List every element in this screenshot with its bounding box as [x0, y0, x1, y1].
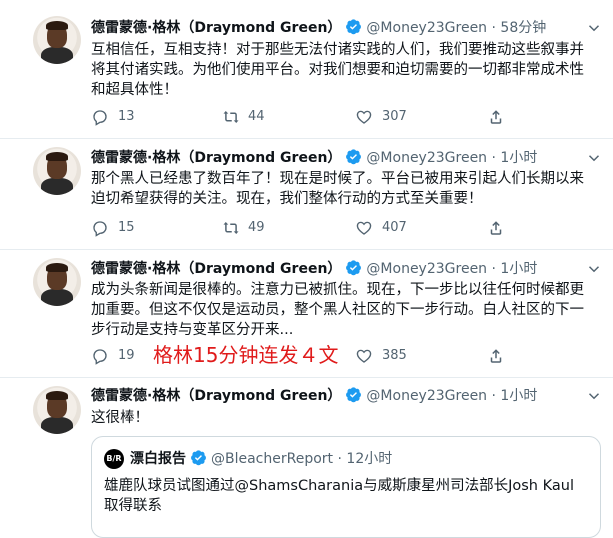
like-count: 407	[382, 220, 407, 235]
heart-icon	[356, 349, 372, 363]
separator-dot: ·	[333, 451, 347, 467]
tweet-time[interactable]: 1小时	[500, 388, 537, 404]
separator-dot: ·	[487, 150, 501, 166]
avatar[interactable]	[33, 147, 81, 195]
reply-icon	[93, 110, 107, 126]
heart-icon	[356, 110, 372, 124]
author-name[interactable]: 德雷蒙德·格林（Draymond Green）	[91, 150, 341, 166]
chevron-down-icon[interactable]	[585, 149, 603, 167]
overlay-caption: 格林15分钟连发４文	[153, 343, 339, 367]
verified-badge-icon	[346, 387, 362, 403]
quoted-time: 12小时	[346, 451, 393, 467]
author-handle[interactable]: @Money23Green	[366, 261, 487, 277]
tweet-header: 德雷蒙德·格林（Draymond Green） @Money23Green · 1…	[91, 148, 537, 168]
tweet-header: 德雷蒙德·格林（Draymond Green） @Money23Green · 1…	[91, 386, 537, 406]
tweet[interactable]: 德雷蒙德·格林（Draymond Green） @Money23Green · 5…	[0, 0, 613, 138]
avatar[interactable]	[33, 258, 81, 306]
chevron-down-icon[interactable]	[585, 260, 603, 278]
reply-icon	[93, 349, 107, 365]
verified-badge-icon	[346, 149, 362, 165]
tweet-text: 互相信任，互相支持！对于那些无法付诸实践的人们，我们要推动这些叙事并将其付诸实践…	[91, 42, 584, 98]
like-count: 385	[382, 348, 407, 363]
retweet-icon	[223, 111, 239, 123]
quoted-tweet[interactable]: B/R 漂白报告 @BleacherReport · 12小时 雄鹿队球员试图通过…	[91, 436, 601, 538]
tweet-text: 成为头条新闻是很棒的。注意力已被抓住。现在，下一步比以往任何时候都更加重要。但这…	[91, 282, 584, 338]
retweet-count: 44	[248, 109, 265, 124]
retweet-count: 49	[248, 220, 265, 235]
share-icon	[490, 110, 502, 124]
tweet-header: 德雷蒙德·格林（Draymond Green） @Money23Green · 1…	[91, 259, 537, 279]
quoted-header: 漂白报告 @BleacherReport · 12小时	[130, 448, 392, 470]
tweet[interactable]: 德雷蒙德·格林（Draymond Green） @Money23Green · 1…	[0, 139, 613, 249]
verified-badge-icon	[346, 260, 362, 276]
quoted-author-handle: @BleacherReport	[211, 451, 334, 467]
heart-icon	[356, 221, 372, 235]
verified-badge-icon	[191, 450, 206, 466]
reply-count: 19	[118, 348, 135, 363]
like-count: 307	[382, 109, 407, 124]
quoted-avatar: B/R	[104, 449, 124, 469]
avatar[interactable]	[33, 16, 81, 64]
share-icon	[490, 349, 502, 363]
share-icon	[490, 221, 502, 235]
reply-count: 15	[118, 220, 135, 235]
chevron-down-icon[interactable]	[585, 19, 603, 37]
tweet-text: 那个黑人已经患了数百年了！现在是时候了。平台已被用来引起人们长期以来迫切希望获得…	[91, 171, 584, 207]
chevron-down-icon[interactable]	[585, 387, 603, 405]
tweet-time[interactable]: 1小时	[500, 261, 537, 277]
tweet-time[interactable]: 58分钟	[500, 20, 546, 36]
author-handle[interactable]: @Money23Green	[366, 150, 487, 166]
verified-badge-icon	[346, 19, 362, 35]
author-name[interactable]: 德雷蒙德·格林（Draymond Green）	[91, 261, 341, 277]
retweet-icon	[223, 222, 239, 234]
author-handle[interactable]: @Money23Green	[366, 388, 487, 404]
separator-dot: ·	[487, 20, 501, 36]
quoted-text: 雄鹿队球员试图通过@ShamsCharania与威斯康星州司法部长Josh Ka…	[104, 478, 574, 514]
tweet-time[interactable]: 1小时	[500, 150, 537, 166]
reply-count: 13	[118, 109, 135, 124]
author-name[interactable]: 德雷蒙德·格林（Draymond Green）	[91, 20, 341, 36]
reply-icon	[93, 221, 107, 237]
quoted-author-name: 漂白报告	[130, 451, 186, 467]
separator-dot: ·	[487, 388, 501, 404]
separator-dot: ·	[487, 261, 501, 277]
tweet-header: 德雷蒙德·格林（Draymond Green） @Money23Green · 5…	[91, 18, 546, 38]
author-name[interactable]: 德雷蒙德·格林（Draymond Green）	[91, 388, 341, 404]
tweet-text: 这很棒！	[91, 410, 149, 426]
avatar[interactable]	[33, 386, 81, 434]
author-handle[interactable]: @Money23Green	[366, 20, 487, 36]
